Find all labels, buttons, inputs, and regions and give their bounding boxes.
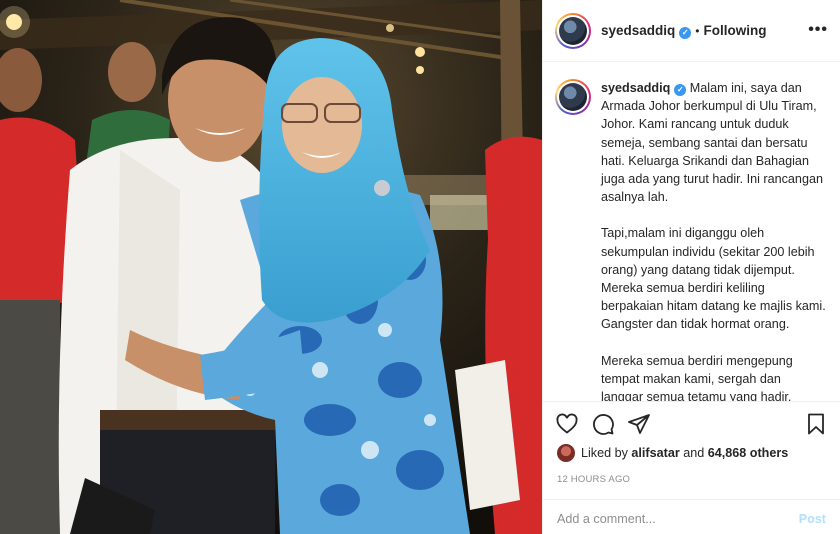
photo-image	[0, 0, 542, 534]
caption-paragraph-3: Mereka semua berdiri mengepung tempat ma…	[601, 353, 793, 401]
comment-form: Post	[543, 499, 840, 534]
action-icons-row	[555, 412, 828, 438]
post-timestamp[interactable]: 12 HOURS AGO	[557, 474, 630, 485]
liked-by-label: Liked by	[581, 446, 628, 460]
caption-paragraph-1: Malam ini, saya dan Armada Johor berkump…	[601, 81, 823, 205]
separator-dot: •	[695, 23, 700, 38]
heart-icon[interactable]	[555, 412, 579, 436]
comment-icon[interactable]	[591, 412, 615, 436]
verified-badge-icon: ✓	[674, 84, 687, 96]
avatar[interactable]	[555, 12, 591, 49]
caption-text: syedsaddiq ✓ Malam ini, saya dan Armada J…	[601, 79, 826, 401]
liked-and-label: and	[683, 446, 705, 460]
caption-paragraph-2: Tapi,malam ini diganggu oleh sekumpulan …	[601, 226, 826, 332]
liker-username[interactable]: alifsatar	[631, 446, 679, 460]
post-actions: Liked by alifsatar and 64,868 others 12 …	[543, 401, 840, 534]
post-photo[interactable]	[0, 0, 542, 534]
post-comment-button[interactable]: Post	[799, 512, 826, 526]
likes-count-link[interactable]: 64,868 others	[708, 446, 789, 460]
likes-summary: Liked by alifsatar and 64,868 others	[557, 444, 788, 462]
caption-username[interactable]: syedsaddiq ✓	[601, 81, 687, 96]
username-link[interactable]: syedsaddiq ✓	[601, 23, 692, 39]
verified-badge-icon: ✓	[679, 26, 692, 39]
more-options-icon[interactable]: •••	[808, 21, 828, 39]
follow-status-button[interactable]: Following	[703, 23, 766, 38]
bookmark-icon[interactable]	[804, 412, 828, 436]
post-header: syedsaddiq ✓ • Following •••	[543, 0, 840, 62]
post-side-panel: syedsaddiq ✓ • Following ••• syedsaddiq ✓ …	[542, 0, 840, 534]
liker-avatar[interactable]	[557, 444, 575, 462]
share-icon[interactable]	[627, 412, 651, 436]
caption-avatar[interactable]	[555, 79, 591, 115]
comment-input[interactable]	[557, 511, 799, 526]
caption-section[interactable]: syedsaddiq ✓ Malam ini, saya dan Armada J…	[543, 63, 840, 401]
